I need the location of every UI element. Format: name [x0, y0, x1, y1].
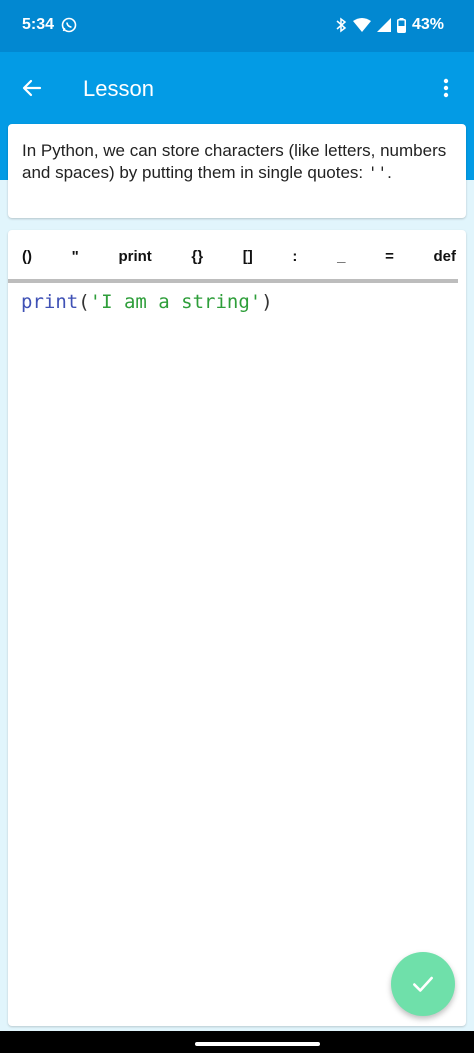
page-title: Lesson: [83, 76, 154, 101]
check-icon: [413, 976, 433, 992]
battery-icon: [396, 17, 406, 33]
signal-icon: [376, 18, 391, 32]
code-editor[interactable]: print('I am a string'): [21, 290, 451, 314]
navigation-bar: [0, 1031, 474, 1053]
status-time: 5:34: [22, 16, 55, 33]
snippet-toolbar: () " print {} [] : _ = def: [8, 230, 466, 282]
whatsapp-icon: [61, 17, 77, 33]
wifi-icon: [352, 18, 371, 32]
code-string: 'I am a string': [89, 291, 262, 313]
status-bar: 5:34 43%: [0, 0, 474, 52]
snippet-def-button[interactable]: def: [428, 248, 463, 265]
code-open-paren: (: [78, 291, 90, 313]
snippet-underscore-button[interactable]: _: [331, 248, 351, 265]
snippet-braces-button[interactable]: {}: [185, 248, 209, 265]
home-indicator[interactable]: [195, 1042, 320, 1046]
lesson-text: In Python, we can store characters (like…: [22, 140, 452, 184]
lesson-end: .: [387, 163, 392, 182]
snippet-parens-button[interactable]: (): [16, 248, 38, 265]
code-close-paren: ): [261, 291, 273, 313]
more-vert-icon[interactable]: [434, 76, 458, 100]
status-icons: 43%: [335, 16, 444, 34]
snippet-equals-button[interactable]: =: [379, 248, 400, 265]
snippet-colon-button[interactable]: :: [286, 248, 303, 265]
submit-button[interactable]: [391, 952, 455, 1016]
snippet-print-button[interactable]: print: [112, 248, 157, 265]
lesson-card: In Python, we can store characters (like…: [8, 124, 466, 218]
lesson-quotes: '': [367, 163, 388, 182]
toolbar-divider: [8, 279, 458, 283]
snippet-brackets-button[interactable]: []: [237, 248, 259, 265]
back-arrow-icon[interactable]: [20, 76, 44, 100]
bluetooth-icon: [336, 17, 347, 33]
snippet-quotes-button[interactable]: ": [66, 248, 85, 265]
battery-percent: 43%: [411, 16, 444, 33]
code-editor-card: () " print {} [] : _ = def print('I am a…: [8, 230, 466, 1026]
app-bar: Lesson: [0, 52, 474, 124]
code-function: print: [21, 291, 79, 313]
